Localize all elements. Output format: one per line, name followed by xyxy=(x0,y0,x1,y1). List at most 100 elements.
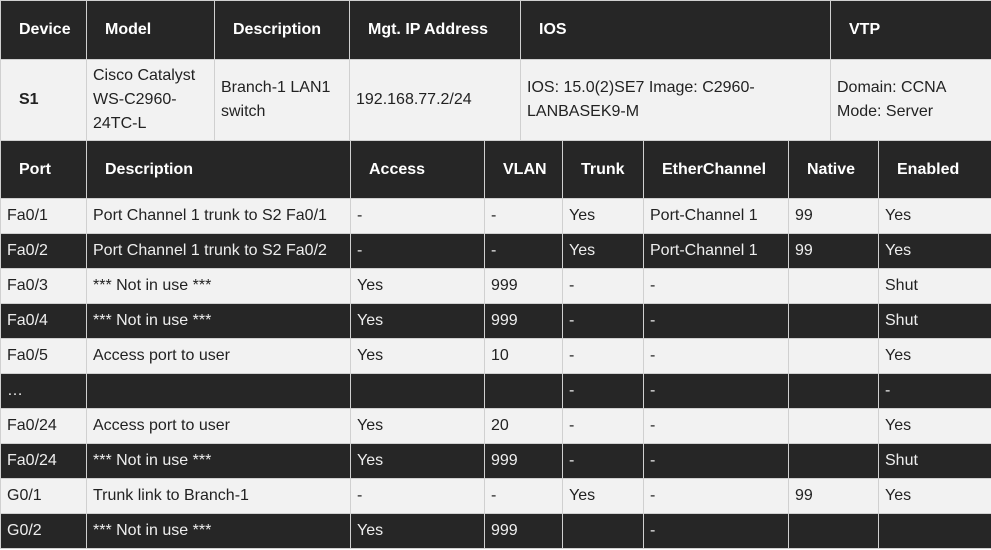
cell-description: *** Not in use *** xyxy=(86,303,351,339)
cell-vlan: 20 xyxy=(484,408,563,444)
cell-enabled xyxy=(878,513,991,549)
port-header-description: Description xyxy=(86,140,351,199)
device-header-vtp: VTP xyxy=(830,0,991,60)
cell-access: Yes xyxy=(350,338,485,374)
cell-trunk: - xyxy=(562,268,644,304)
table-row: Fa0/2 Port Channel 1 trunk to S2 Fa0/2- - Y… xyxy=(0,233,991,269)
table-row: Fa0/24 *** Not in use *** Yes 999- - Shut xyxy=(0,443,991,479)
table-row: Fa0/5 Access port to user Yes 10- - Yes xyxy=(0,338,991,374)
port-header-vlan: VLAN xyxy=(484,140,563,199)
cell-vlan: 999 xyxy=(484,268,563,304)
cell-enabled: Yes xyxy=(878,233,991,269)
cell-native xyxy=(788,303,879,339)
device-mgt-ip-cell: 192.168.77.2/24 xyxy=(349,59,521,141)
device-header-model: Model xyxy=(86,0,215,60)
cell-etherchannel: Port-Channel 1 xyxy=(643,233,789,269)
cell-access xyxy=(350,373,485,409)
cell-description: *** Not in use *** xyxy=(86,268,351,304)
device-header-row: Device Model Description Mgt. IP Address… xyxy=(0,0,991,60)
cell-etherchannel: Port-Channel 1 xyxy=(643,198,789,234)
cell-trunk: Yes xyxy=(562,478,644,514)
cell-access: Yes xyxy=(350,443,485,479)
cell-port: Fa0/5 xyxy=(0,338,87,374)
cell-native xyxy=(788,443,879,479)
port-header-etherchannel: EtherChannel xyxy=(643,140,789,199)
device-header-mgt-ip: Mgt. IP Address xyxy=(349,0,521,60)
device-header-device: Device xyxy=(0,0,87,60)
cell-access: Yes xyxy=(350,408,485,444)
cell-access: Yes xyxy=(350,513,485,549)
cell-vlan: - xyxy=(484,233,563,269)
table-row: Fa0/4 *** Not in use *** Yes 999- - Shut xyxy=(0,303,991,339)
port-table: Port Description Access VLAN Trunk Ether… xyxy=(0,140,991,549)
cell-enabled: Shut xyxy=(878,268,991,304)
table-row: G0/2 *** Not in use *** Yes 999 - xyxy=(0,513,991,549)
cell-trunk: - xyxy=(562,373,644,409)
device-description-cell: Branch-1 LAN1 switch xyxy=(214,59,350,141)
port-header-row: Port Description Access VLAN Trunk Ether… xyxy=(0,140,991,199)
cell-native xyxy=(788,338,879,374)
cell-vlan: - xyxy=(484,198,563,234)
table-row: G0/1 Trunk link to Branch-1- - Yes -99 Yes xyxy=(0,478,991,514)
cell-etherchannel: - xyxy=(643,338,789,374)
cell-trunk xyxy=(562,513,644,549)
port-header-enabled: Enabled xyxy=(878,140,991,199)
cell-vlan: 999 xyxy=(484,303,563,339)
port-header-native: Native xyxy=(788,140,879,199)
cell-access: - xyxy=(350,233,485,269)
cell-description: *** Not in use *** xyxy=(86,513,351,549)
cell-etherchannel: - xyxy=(643,443,789,479)
cell-native xyxy=(788,268,879,304)
cell-description: *** Not in use *** xyxy=(86,443,351,479)
vtp-domain: Domain: CCNA xyxy=(837,79,947,96)
cell-etherchannel: - xyxy=(643,513,789,549)
cell-enabled: Shut xyxy=(878,443,991,479)
table-row: Fa0/1 Port Channel 1 trunk to S2 Fa0/1- - Y… xyxy=(0,198,991,234)
device-ios-cell: IOS: 15.0(2)SE7 Image: C2960-LANBASEK9-M xyxy=(520,59,831,141)
cell-access: Yes xyxy=(350,303,485,339)
cell-trunk: - xyxy=(562,338,644,374)
cell-vlan: 999 xyxy=(484,513,563,549)
cell-etherchannel: - xyxy=(643,478,789,514)
device-header-ios: IOS xyxy=(520,0,831,60)
cell-access: - xyxy=(350,478,485,514)
cell-native: 99 xyxy=(788,198,879,234)
cell-port: Fa0/24 xyxy=(0,408,87,444)
table-row: Fa0/24 Access port to user Yes 20- - Yes xyxy=(0,408,991,444)
cell-trunk: Yes xyxy=(562,198,644,234)
cell-access: - xyxy=(350,198,485,234)
cell-description: Port Channel 1 trunk to S2 Fa0/2 xyxy=(86,233,351,269)
port-header-trunk: Trunk xyxy=(562,140,644,199)
cell-vlan xyxy=(484,373,563,409)
cell-etherchannel: - xyxy=(643,303,789,339)
device-table: Device Model Description Mgt. IP Address… xyxy=(0,0,991,141)
cell-description: Access port to user xyxy=(86,338,351,374)
cell-etherchannel: - xyxy=(643,408,789,444)
cell-enabled: Yes xyxy=(878,338,991,374)
device-vtp-cell: Domain: CCNA Mode: Server xyxy=(830,59,991,141)
port-table-body: Fa0/1 Port Channel 1 trunk to S2 Fa0/1- - Y… xyxy=(0,198,991,549)
cell-port: G0/1 xyxy=(0,478,87,514)
cell-enabled: Yes xyxy=(878,198,991,234)
cell-enabled: Yes xyxy=(878,408,991,444)
device-name-cell: S1 xyxy=(0,59,87,141)
cell-vlan: 10 xyxy=(484,338,563,374)
cell-enabled: Yes xyxy=(878,478,991,514)
cell-port: Fa0/3 xyxy=(0,268,87,304)
port-header-access: Access xyxy=(350,140,485,199)
cell-native: 99 xyxy=(788,478,879,514)
cell-port: Fa0/1 xyxy=(0,198,87,234)
table-row: Fa0/3 *** Not in use *** Yes 999- - Shut xyxy=(0,268,991,304)
device-header-description: Description xyxy=(214,0,350,60)
cell-port: G0/2 xyxy=(0,513,87,549)
cell-enabled: - xyxy=(878,373,991,409)
cell-description xyxy=(86,373,351,409)
cell-description: Trunk link to Branch-1 xyxy=(86,478,351,514)
cell-trunk: - xyxy=(562,408,644,444)
cell-port: Fa0/24 xyxy=(0,443,87,479)
cell-native: 99 xyxy=(788,233,879,269)
cell-port: Fa0/2 xyxy=(0,233,87,269)
cell-native xyxy=(788,513,879,549)
cell-etherchannel: - xyxy=(643,373,789,409)
cell-enabled: Shut xyxy=(878,303,991,339)
